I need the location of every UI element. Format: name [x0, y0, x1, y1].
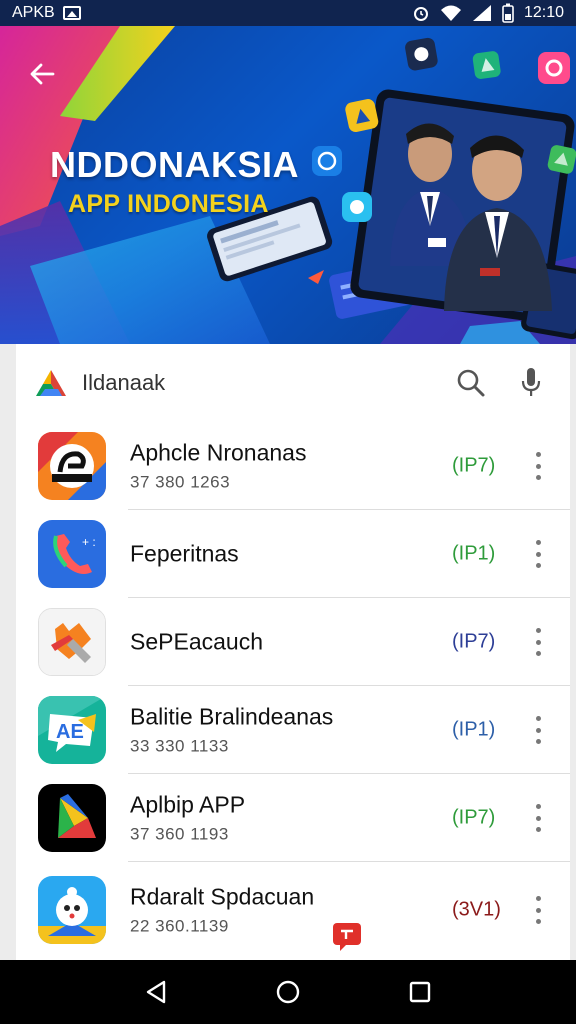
app-name: Aphcle Nronanas — [130, 439, 307, 466]
app-badge: (IP7) — [452, 630, 496, 653]
image-notification-icon — [62, 6, 81, 20]
list-item[interactable]: AE Balitie Bralindeanas 33 330 1133 (IP1… — [16, 686, 570, 774]
app-name: Balitie Bralindeanas — [130, 703, 334, 730]
app-icon — [38, 784, 106, 852]
search-icon[interactable] — [456, 368, 486, 398]
clock: 12:10 — [523, 4, 564, 21]
back-arrow-icon — [30, 63, 55, 85]
nav-recents-button[interactable] — [398, 970, 442, 1014]
app-number: 37 360 1193 — [130, 824, 229, 844]
signal-icon — [472, 5, 491, 21]
nav-home-button[interactable] — [266, 970, 310, 1014]
svg-text:+ :: + : — [82, 535, 96, 549]
wifi-icon — [440, 5, 461, 21]
app-badge: (3V1) — [452, 898, 501, 921]
nav-recents-icon — [409, 981, 431, 1003]
more-vert-icon[interactable] — [528, 628, 548, 656]
hero-title: NDDONAKSIA — [50, 144, 300, 185]
more-vert-icon[interactable] — [528, 896, 548, 924]
list-item[interactable]: Aplbip APP 37 360 1193 (IP7) — [16, 774, 570, 862]
app-icon: + : — [38, 520, 106, 588]
app-badge: (IP7) — [452, 806, 496, 829]
app-name: Aplbip APP — [130, 791, 246, 818]
back-button[interactable] — [22, 54, 62, 94]
app-icon — [38, 876, 106, 944]
hero-banner: NDDONAKSIA APP INDONESIA — [0, 26, 576, 344]
app-icon — [38, 432, 106, 500]
more-vert-icon[interactable] — [528, 540, 548, 568]
more-vert-icon[interactable] — [528, 804, 548, 832]
app-icon — [38, 608, 106, 676]
microphone-icon[interactable] — [520, 367, 542, 399]
list-item[interactable]: Aphcle Nronanas 37 380 1263 (IP7) — [16, 422, 570, 510]
carrier-label: APKB — [12, 4, 55, 21]
alarm-icon — [413, 7, 428, 21]
app-number: 37 380 1263 — [130, 472, 231, 492]
more-vert-icon[interactable] — [528, 716, 548, 744]
navigation-bar — [0, 960, 576, 1024]
app-icon: AE — [38, 696, 106, 764]
more-vert-icon[interactable] — [528, 452, 548, 480]
svg-text:AE: AE — [56, 721, 84, 743]
list-item[interactable]: Rdaralt Spdacuan 22 360.1139 (3V1) — [16, 862, 570, 958]
nav-back-button[interactable] — [134, 970, 178, 1014]
battery-icon — [502, 3, 514, 23]
app-screen: APKB 12:10 NDDONAKSIA APP INDONESIA Ilda… — [0, 0, 576, 1024]
app-number: 22 360.1139 — [130, 916, 229, 936]
chat-badge-icon — [333, 923, 361, 951]
nav-home-icon — [276, 980, 300, 1004]
status-bar: APKB 12:10 — [0, 0, 576, 26]
app-badge: (IP7) — [452, 454, 496, 477]
hero-subtitle: APP INDONESIA — [68, 190, 269, 218]
app-number: 33 330 1133 — [130, 736, 229, 756]
app-name: SePEacauch — [130, 628, 263, 655]
list-item[interactable]: SePEacauch (IP7) — [16, 598, 570, 686]
app-name: Rdaralt Spdacuan — [130, 883, 315, 910]
app-list-panel: Ildanaak Aphcle Nronanas 37 380 1263 (IP… — [16, 344, 570, 960]
nav-back-icon — [146, 980, 166, 1004]
list-item[interactable]: + : Feperitnas (IP1) — [16, 510, 570, 598]
search-bar[interactable]: Ildanaak — [16, 344, 570, 422]
app-badge: (IP1) — [452, 542, 496, 565]
search-input[interactable]: Ildanaak — [82, 370, 165, 396]
app-list: Aphcle Nronanas 37 380 1263 (IP7) + : Fe… — [16, 422, 570, 958]
store-logo-icon — [36, 370, 66, 396]
app-badge: (IP1) — [452, 718, 496, 741]
app-name: Feperitnas — [130, 540, 239, 567]
